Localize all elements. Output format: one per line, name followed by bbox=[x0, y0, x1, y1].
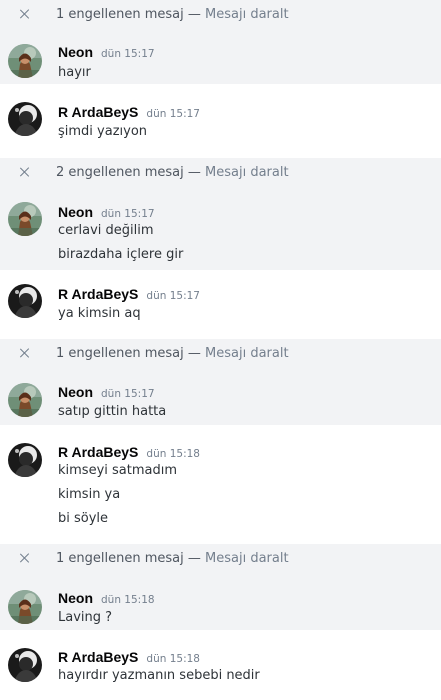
message-group: R ArdaBeyS dün 15:17 ya kimsin aq bbox=[0, 270, 441, 338]
blocked-messages-label[interactable]: 2 engellenen mesaj — Mesajı daralt bbox=[56, 165, 289, 180]
collapse-message-link: Mesajı daralt bbox=[205, 345, 289, 361]
message-text: cerlavi değilim bbox=[58, 223, 154, 238]
message-group: R ArdaBeyS dün 15:18 kimseyi satmadım kim… bbox=[0, 425, 441, 543]
blocked-messages-label[interactable]: 1 engellenen mesaj — Mesajı daralt bbox=[56, 7, 289, 22]
author-name[interactable]: R ArdaBeyS bbox=[58, 649, 138, 665]
author-name[interactable]: Neon bbox=[58, 44, 93, 60]
author-name[interactable]: R ArdaBeyS bbox=[58, 444, 138, 460]
blocked-messages-bar[interactable]: 1 engellenen mesaj — Mesajı daralt bbox=[0, 544, 441, 572]
close-icon[interactable] bbox=[18, 551, 32, 565]
avatar[interactable] bbox=[8, 383, 42, 417]
message-text: bi söyle bbox=[58, 511, 109, 526]
collapse-message-link: Mesajı daralt bbox=[205, 6, 289, 22]
message-text: hayır bbox=[58, 65, 91, 80]
avatar[interactable] bbox=[8, 648, 42, 682]
timestamp: dün 15:17 bbox=[146, 290, 200, 302]
avatar[interactable] bbox=[8, 443, 42, 477]
avatar[interactable] bbox=[8, 102, 42, 136]
timestamp: dün 15:18 bbox=[101, 594, 155, 606]
timestamp: dün 15:17 bbox=[101, 208, 155, 220]
timestamp: dün 15:17 bbox=[101, 388, 155, 400]
author-name[interactable]: Neon bbox=[58, 384, 93, 400]
author-name[interactable]: Neon bbox=[58, 590, 93, 606]
message-group: Neon dün 15:17 satıp gittin hatta bbox=[0, 367, 441, 425]
author-name[interactable]: R ArdaBeyS bbox=[58, 286, 138, 302]
message-text: hayırdır yazmanın sebebi nedir bbox=[58, 668, 260, 683]
message-text: Laving ? bbox=[58, 610, 113, 625]
close-icon[interactable] bbox=[18, 165, 32, 179]
collapse-message-link: Mesajı daralt bbox=[205, 550, 289, 566]
blocked-messages-bar[interactable]: 1 engellenen mesaj — Mesajı daralt bbox=[0, 0, 441, 28]
timestamp: dün 15:18 bbox=[146, 653, 200, 665]
message-group: Neon dün 15:17 cerlavi değilim birazdaha … bbox=[0, 186, 441, 270]
avatar[interactable] bbox=[8, 284, 42, 318]
message-group: R ArdaBeyS dün 15:17 şimdi yazıyon bbox=[0, 84, 441, 156]
message-text: kimsin ya bbox=[58, 487, 121, 502]
message-text: şimdi yazıyon bbox=[58, 124, 148, 139]
blocked-messages-bar[interactable]: 1 engellenen mesaj — Mesajı daralt bbox=[0, 339, 441, 367]
message-text: birazdaha içlere gir bbox=[58, 247, 184, 262]
blocked-messages-label[interactable]: 1 engellenen mesaj — Mesajı daralt bbox=[56, 551, 289, 566]
message-text: kimseyi satmadım bbox=[58, 463, 178, 478]
message-group: Neon dün 15:17 hayır bbox=[0, 28, 441, 84]
blocked-messages-label[interactable]: 1 engellenen mesaj — Mesajı daralt bbox=[56, 346, 289, 361]
avatar[interactable] bbox=[8, 590, 42, 624]
avatar[interactable] bbox=[8, 44, 42, 78]
author-name[interactable]: Neon bbox=[58, 204, 93, 220]
message-text: satıp gittin hatta bbox=[58, 404, 167, 419]
author-name[interactable]: R ArdaBeyS bbox=[58, 104, 138, 120]
message-group: R ArdaBeyS dün 15:18 hayırdır yazmanın se… bbox=[0, 630, 441, 700]
close-icon[interactable] bbox=[18, 7, 32, 21]
close-icon[interactable] bbox=[18, 346, 32, 360]
blocked-messages-bar[interactable]: 2 engellenen mesaj — Mesajı daralt bbox=[0, 158, 441, 186]
message-group: Neon dün 15:18 Laving ? bbox=[0, 572, 441, 630]
timestamp: dün 15:18 bbox=[146, 448, 200, 460]
timestamp: dün 15:17 bbox=[101, 48, 155, 60]
avatar[interactable] bbox=[8, 202, 42, 236]
collapse-message-link: Mesajı daralt bbox=[205, 164, 289, 180]
timestamp: dün 15:17 bbox=[146, 108, 200, 120]
message-text: ya kimsin aq bbox=[58, 306, 141, 321]
